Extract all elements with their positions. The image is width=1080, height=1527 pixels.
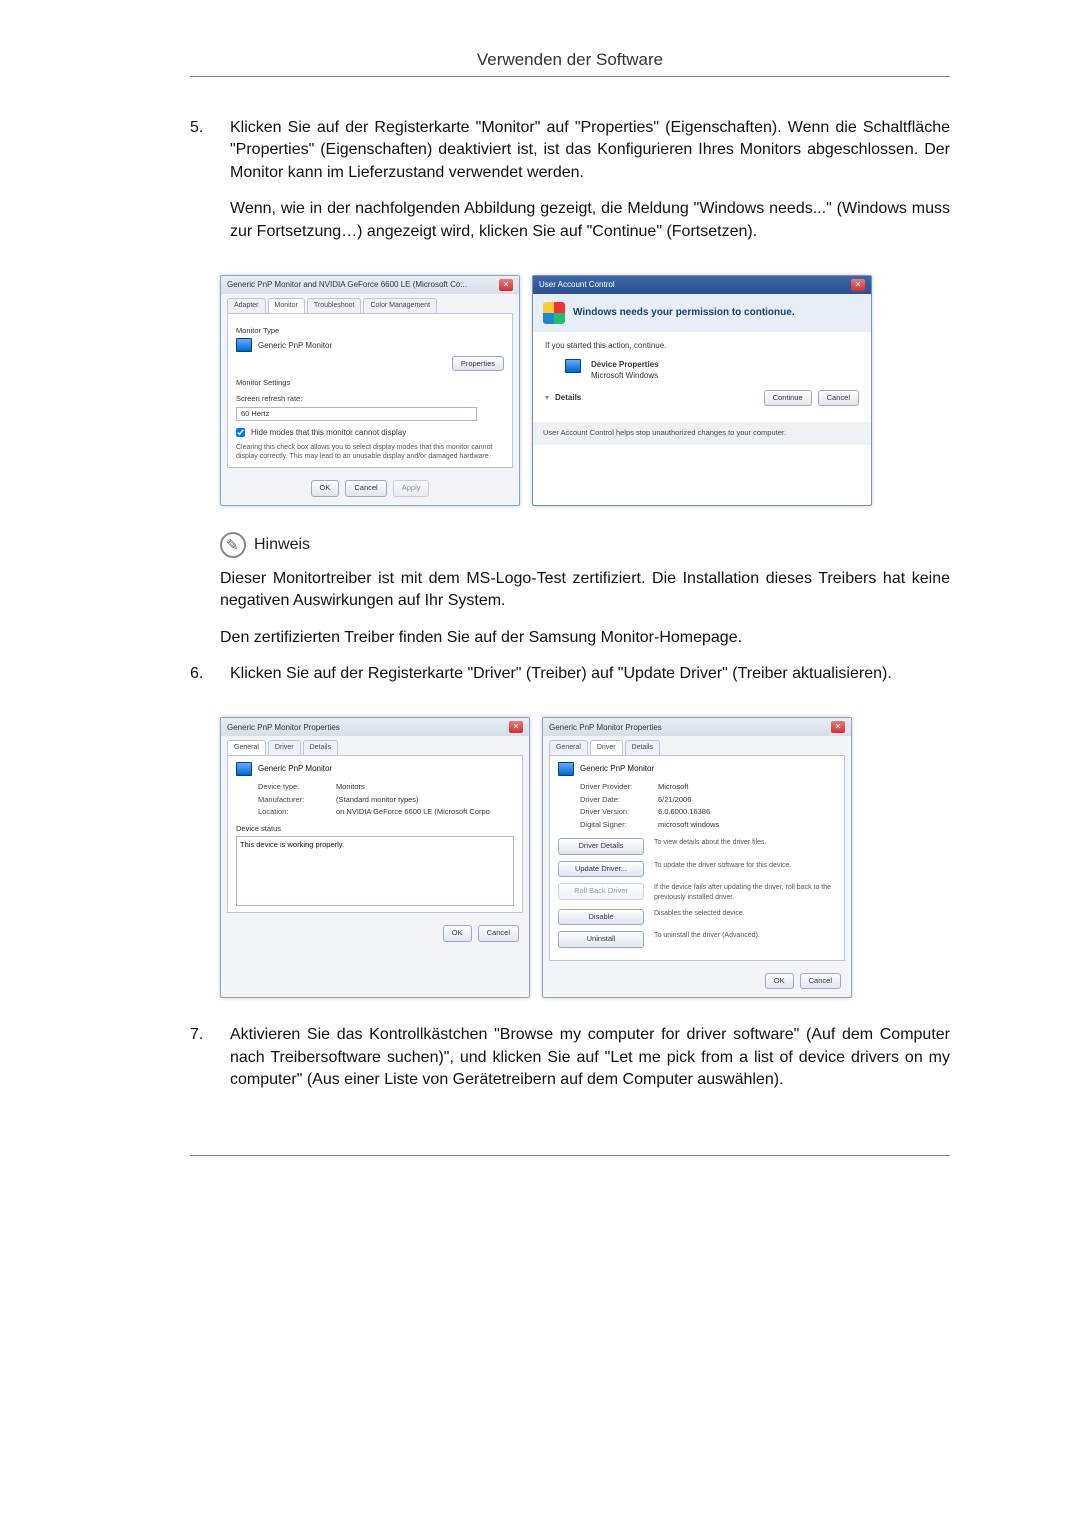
monitor-icon [558, 762, 574, 776]
tab-adapter[interactable]: Adapter [227, 298, 266, 313]
monitor-properties-dialog: Generic PnP Monitor and NVIDIA GeForce 6… [220, 275, 520, 506]
digital-signer-label: Digital Signer: [580, 820, 652, 831]
step-6: 6. Klicken Sie auf der Registerkarte "Dr… [190, 663, 950, 699]
driver-date-value: 6/21/2006 [658, 795, 691, 806]
cancel-button[interactable]: Cancel [478, 925, 519, 942]
dialog-title: Generic PnP Monitor Properties [227, 722, 340, 733]
refresh-rate-label: Screen refresh rate: [236, 394, 504, 405]
uac-headline: Windows needs your permission to contion… [573, 306, 795, 320]
ok-button[interactable]: OK [311, 480, 340, 497]
step6-p1: Klicken Sie auf der Registerkarte "Drive… [230, 663, 950, 685]
manufacturer-label: Manufacturer: [258, 795, 330, 806]
continue-button[interactable]: Continue [764, 390, 812, 407]
step-5: 5. Klicken Sie auf der Registerkarte "Mo… [190, 117, 950, 257]
page-header: Verwenden der Software [190, 50, 950, 77]
update-driver-button[interactable]: Update Driver... [558, 861, 644, 878]
monitor-name: Generic PnP Monitor [258, 340, 332, 351]
driver-details-button[interactable]: Driver Details [558, 838, 644, 855]
hide-modes-description: Clearing this check box allows you to se… [236, 444, 504, 461]
close-icon[interactable]: ✕ [509, 721, 523, 733]
hinweis-p1: Dieser Monitortreiber ist mit dem MS-Log… [220, 568, 950, 613]
step-7: 7. Aktivieren Sie das Kontrollkästchen "… [190, 1024, 950, 1105]
note-icon [220, 532, 246, 558]
uac-item-vendor: Microsoft Windows [591, 370, 659, 381]
uninstall-button[interactable]: Uninstall [558, 931, 644, 948]
cancel-button[interactable]: Cancel [818, 390, 859, 407]
device-status-label: Device status [236, 824, 514, 835]
hide-modes-label: Hide modes that this monitor cannot disp… [251, 427, 406, 438]
driver-version-label: Driver Version: [580, 807, 652, 818]
uac-if-you-started: If you started this action, continue. [545, 340, 859, 351]
tab-details[interactable]: Details [625, 740, 660, 755]
tab-general[interactable]: General [227, 740, 266, 755]
hinweis-label: Hinweis [254, 534, 310, 556]
tab-driver[interactable]: Driver [268, 740, 301, 755]
ok-button[interactable]: OK [443, 925, 472, 942]
driver-details-desc: To view details about the driver files. [654, 838, 836, 848]
dialog-title: Generic PnP Monitor and NVIDIA GeForce 6… [227, 279, 467, 290]
roll-back-desc: If the device fails after updating the d… [654, 883, 836, 903]
step7-p1: Aktivieren Sie das Kontrollkästchen "Bro… [230, 1024, 950, 1091]
cancel-button[interactable]: Cancel [345, 480, 386, 497]
tab-monitor[interactable]: Monitor [268, 298, 305, 313]
uac-item-title: Device Properties [591, 359, 659, 370]
close-icon[interactable]: ✕ [499, 279, 513, 291]
tab-troubleshoot[interactable]: Troubleshoot [307, 298, 362, 313]
tab-details[interactable]: Details [303, 740, 338, 755]
dialog-title: Generic PnP Monitor Properties [549, 722, 662, 733]
shield-icon [543, 302, 565, 324]
monitor-type-label: Monitor Type [236, 326, 504, 337]
general-properties-dialog: Generic PnP Monitor Properties ✕ General… [220, 717, 530, 998]
ok-button[interactable]: OK [765, 973, 794, 990]
screenshot-row-1: Generic PnP Monitor and NVIDIA GeForce 6… [220, 275, 950, 506]
monitor-icon [236, 338, 252, 352]
tab-general[interactable]: General [549, 740, 588, 755]
tab-driver[interactable]: Driver [590, 740, 623, 755]
driver-provider-value: Microsoft [658, 782, 688, 793]
properties-button[interactable]: Properties [452, 356, 504, 371]
location-value: on NVIDIA GeForce 6600 LE (Microsoft Cor… [336, 807, 490, 818]
step-number: 5. [190, 117, 230, 257]
monitor-name: Generic PnP Monitor [580, 763, 654, 774]
step-number: 6. [190, 663, 230, 699]
driver-properties-dialog: Generic PnP Monitor Properties ✕ General… [542, 717, 852, 998]
update-driver-desc: To update the driver software for this d… [654, 861, 836, 871]
driver-provider-label: Driver Provider: [580, 782, 652, 793]
disable-button[interactable]: Disable [558, 909, 644, 926]
footer-divider [190, 1155, 950, 1156]
step5-p1: Klicken Sie auf der Registerkarte "Monit… [230, 117, 950, 184]
device-status-box: This device is working properly. [236, 836, 514, 906]
monitor-icon [565, 359, 581, 373]
uac-details[interactable]: Details [555, 392, 581, 403]
uninstall-desc: To uninstall the driver (Advanced). [654, 931, 836, 941]
driver-version-value: 6.0.6000.16386 [658, 807, 710, 818]
monitor-icon [236, 762, 252, 776]
uac-footer: User Account Control helps stop unauthor… [533, 422, 871, 445]
close-icon[interactable]: ✕ [831, 721, 845, 733]
tab-color-management[interactable]: Color Management [363, 298, 437, 313]
digital-signer-value: microsoft windows [658, 820, 719, 831]
hinweis-p2: Den zertifizierten Treiber finden Sie au… [220, 627, 950, 649]
device-type-value: Monitors [336, 782, 365, 793]
cancel-button[interactable]: Cancel [800, 973, 841, 990]
roll-back-driver-button: Roll Back Driver [558, 883, 644, 900]
uac-title: User Account Control [539, 279, 615, 291]
step5-p2: Wenn, wie in der nachfolgenden Abbildung… [230, 198, 950, 243]
step-number: 7. [190, 1024, 230, 1105]
location-label: Location: [258, 807, 330, 818]
manufacturer-value: (Standard monitor types) [336, 795, 419, 806]
refresh-rate-select[interactable]: 60 Hertz [236, 407, 477, 422]
chevron-down-icon[interactable]: ▾ [545, 392, 549, 403]
monitor-name: Generic PnP Monitor [258, 763, 332, 774]
device-type-label: Device type: [258, 782, 330, 793]
hinweis-block: Hinweis Dieser Monitortreiber ist mit de… [220, 532, 950, 649]
uac-dialog: User Account Control ✕ Windows needs you… [532, 275, 872, 506]
monitor-settings-label: Monitor Settings [236, 378, 504, 389]
close-icon[interactable]: ✕ [851, 279, 865, 291]
hide-modes-checkbox[interactable] [236, 428, 245, 437]
apply-button: Apply [393, 480, 430, 497]
disable-desc: Disables the selected device. [654, 909, 836, 919]
driver-date-label: Driver Date: [580, 795, 652, 806]
screenshot-row-2: Generic PnP Monitor Properties ✕ General… [220, 717, 950, 998]
